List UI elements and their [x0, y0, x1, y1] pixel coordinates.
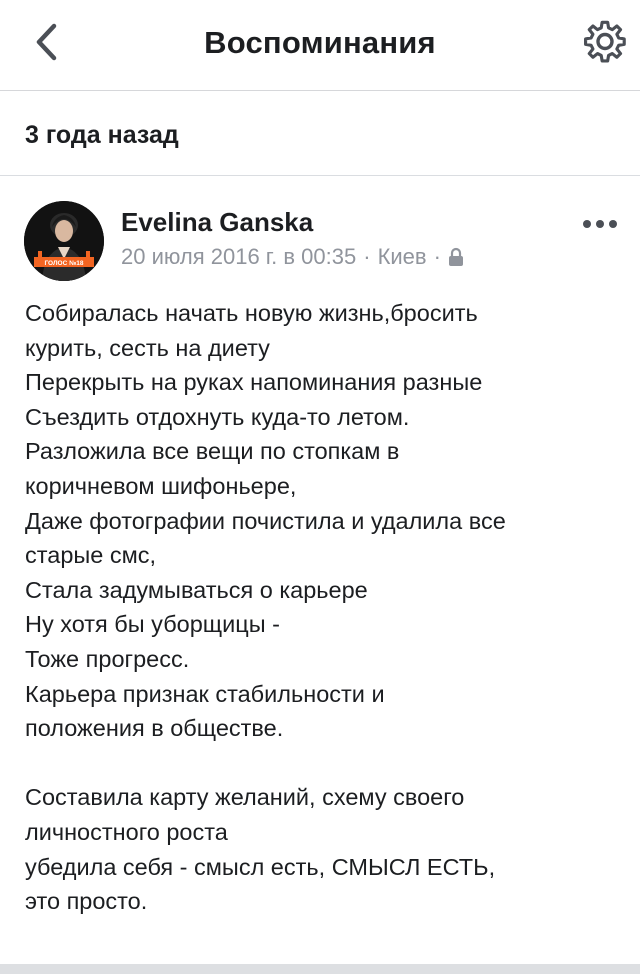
more-options-button[interactable] [580, 212, 620, 236]
post-location[interactable]: Киев [378, 244, 427, 270]
post-text-line: это просто. [25, 888, 148, 915]
feed-separator [0, 964, 640, 974]
post-text-line: Ну хотя бы уборщицы - [25, 611, 280, 638]
post-text-line: Составила карту желаний, схему своего [25, 784, 465, 811]
meta-separator: · [363, 244, 371, 269]
post-text-line: Даже фотографии почистила и удалила все [25, 507, 506, 534]
post-text-line: Разложила все вещи по стопкам в [25, 438, 400, 465]
post-body: Собиралась начать новую жизнь,бросить кур… [25, 296, 625, 919]
avatar-logo-text: ГОЛОС №18 [44, 260, 83, 267]
settings-button[interactable] [580, 17, 630, 67]
post-author-name[interactable]: Evelina Ganska [121, 207, 313, 238]
post-text-line: положения в обществе. [25, 715, 284, 742]
gear-icon [584, 20, 626, 63]
post-date[interactable]: 20 июля 2016 г. в 00:35 [121, 244, 356, 270]
meta-separator: · [433, 244, 441, 269]
page-title: Воспоминания [204, 25, 436, 60]
post-text-line: убедила себя - смысл есть, СМЫСЛ ЕСТЬ, [25, 853, 496, 880]
post-text-line: личностного роста [25, 818, 228, 845]
memory-post: ГОЛОС №18 Evelina Ganska 20 июля 2016 г.… [0, 176, 640, 964]
post-text-line: Собиралась начать новую жизнь,бросить [25, 300, 478, 326]
post-text-line: Съездить отдохнуть куда-то летом. [25, 403, 410, 430]
chevron-left-icon [36, 23, 57, 61]
post-text-line: коричневом шифоньере, [25, 472, 297, 499]
memories-section-header: 3 года назад [0, 91, 640, 176]
post-text-line: Тоже прогресс. [25, 645, 190, 672]
back-button[interactable] [22, 17, 72, 67]
more-horizontal-icon [583, 220, 617, 228]
avatar-image: ГОЛОС №18 [24, 201, 104, 281]
post-text-line: Перекрыть на руках напоминания разные [25, 369, 483, 396]
post-text-line: Карьера признак стабильности и [25, 680, 385, 707]
post-meta: 20 июля 2016 г. в 00:35 · Киев · [121, 244, 464, 270]
post-text-line: курить, сесть на диету [25, 334, 270, 361]
post-text-line: Стала задумываться о карьере [25, 576, 368, 603]
section-title: 3 года назад [25, 121, 179, 149]
lock-icon[interactable] [448, 247, 464, 267]
post-text-line: старые смс, [25, 542, 157, 569]
top-navigation-bar: Воспоминания [0, 0, 640, 91]
avatar[interactable]: ГОЛОС №18 [24, 201, 104, 281]
